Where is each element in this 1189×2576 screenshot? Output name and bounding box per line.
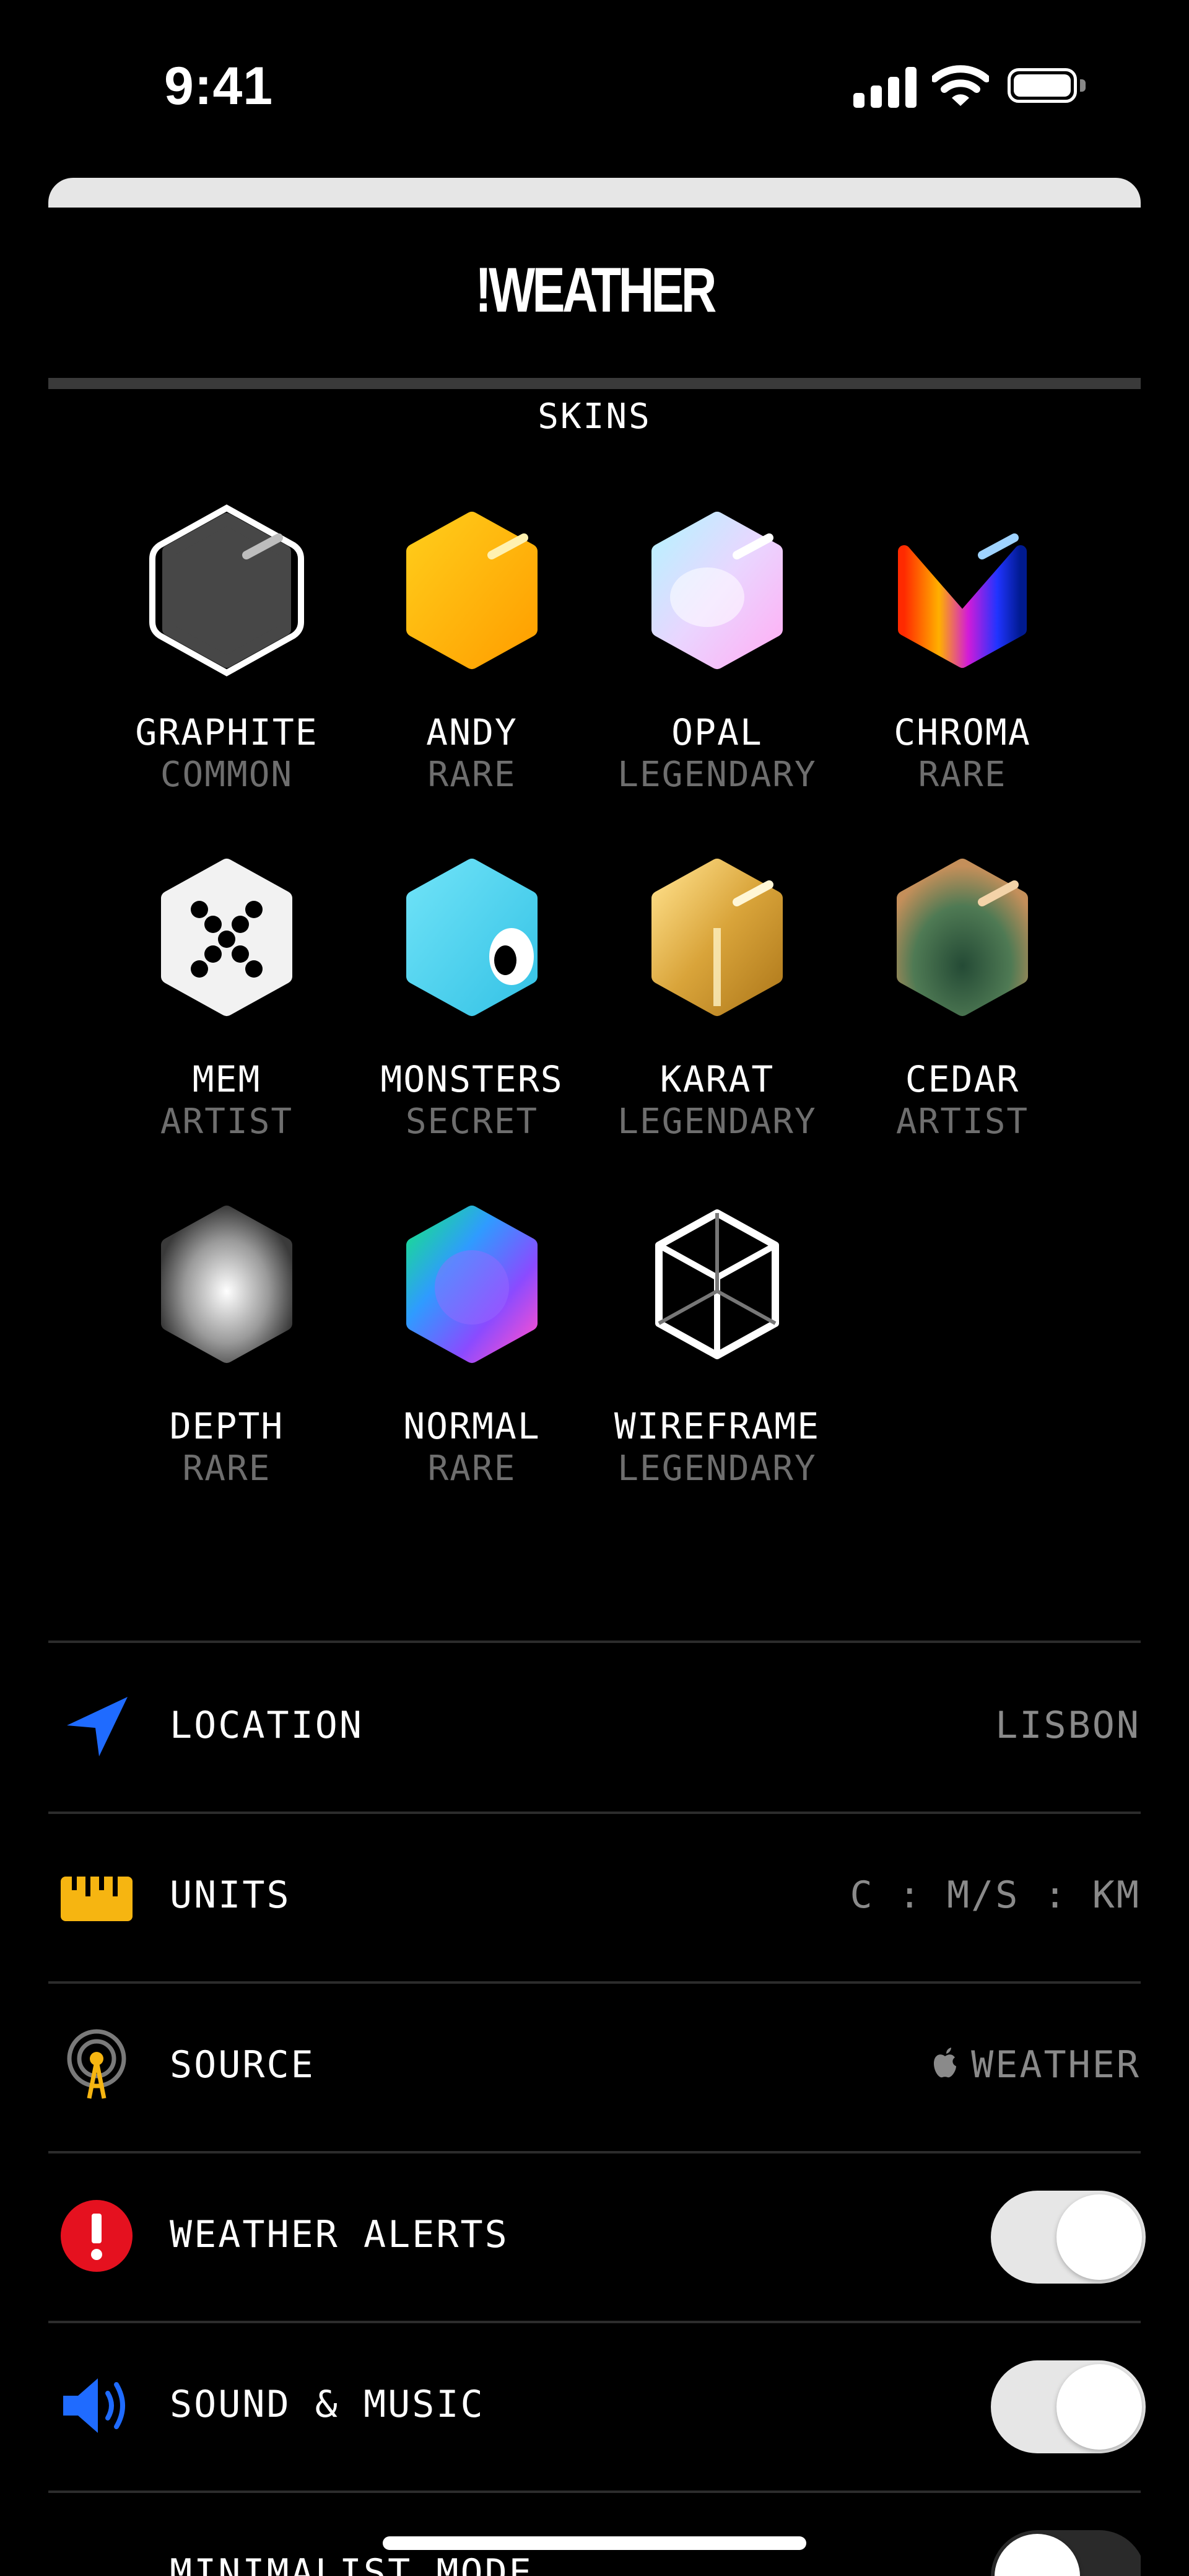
ruler-icon	[59, 1859, 134, 1934]
app-title: !WEATHER	[475, 255, 716, 325]
skin-name: KARAT	[660, 1058, 775, 1100]
skin-graphite[interactable]: GRAPHITE COMMON	[109, 501, 344, 823]
toggle-knob	[1056, 2194, 1142, 2280]
mem-skin-icon	[161, 859, 292, 1016]
skin-name: DEPTH	[169, 1405, 284, 1447]
battery-icon	[1008, 68, 1088, 105]
skin-rarity: RARE	[427, 755, 516, 795]
skin-name: CHROMA	[894, 711, 1031, 753]
weather-alerts-row[interactable]: WEATHER ALERTS	[48, 2152, 1146, 2320]
skin-opal[interactable]: OPAL LEGENDARY	[599, 501, 835, 823]
chroma-skin-icon	[898, 533, 1027, 668]
weather-alerts-toggle[interactable]	[991, 2191, 1146, 2284]
skin-karat[interactable]: KARAT LEGENDARY	[599, 848, 835, 1170]
skin-name: GRAPHITE	[135, 711, 318, 753]
karat-skin-icon	[651, 859, 783, 1016]
minimalist-mode-row[interactable]: MINIMALIST MODE	[48, 2492, 1141, 2576]
weather-alerts-label: WEATHER ALERTS	[170, 2213, 509, 2256]
divider	[48, 378, 1141, 389]
location-value: LISBON	[995, 1704, 1141, 1747]
skin-rarity: COMMON	[160, 755, 294, 795]
skin-mem[interactable]: MEM ARTIST	[109, 848, 344, 1170]
andy-skin-icon	[406, 512, 538, 669]
skin-name: WIREFRAME	[614, 1405, 821, 1447]
monsters-skin-icon	[406, 859, 538, 1016]
skin-name: CEDAR	[905, 1058, 1020, 1100]
location-label: LOCATION	[170, 1704, 364, 1747]
skin-rarity: LEGENDARY	[617, 1448, 817, 1489]
normal-skin-icon	[406, 1206, 538, 1363]
skin-name: NORMAL	[403, 1405, 541, 1447]
source-label: SOURCE	[170, 2043, 315, 2087]
skin-wireframe[interactable]: WIREFRAME LEGENDARY	[599, 1194, 835, 1517]
skin-rarity: LEGENDARY	[617, 755, 817, 795]
minimalist-mode-label: MINIMALIST MODE	[170, 2551, 533, 2576]
toggle-knob	[995, 2534, 1080, 2576]
skin-cedar[interactable]: CEDAR ARTIST	[845, 848, 1080, 1170]
cedar-skin-icon	[897, 859, 1028, 1016]
skin-rarity: RARE	[427, 1448, 516, 1489]
skin-rarity: LEGENDARY	[617, 1102, 817, 1142]
skin-normal[interactable]: NORMAL RARE	[354, 1194, 590, 1517]
skin-name: MEM	[192, 1058, 261, 1100]
sheet-header-bar	[48, 178, 1141, 208]
opal-skin-icon	[651, 512, 783, 669]
skin-name: ANDY	[426, 711, 518, 753]
source-value-text: WEATHER	[971, 2043, 1141, 2087]
units-row[interactable]: UNITS C : M/S : KM	[48, 1813, 1141, 1980]
status-time: 9:41	[164, 56, 274, 116]
skin-rarity: ARTIST	[160, 1102, 294, 1142]
skin-depth[interactable]: DEPTH RARE	[109, 1194, 344, 1517]
skin-name: MONSTERS	[380, 1058, 564, 1100]
units-value: C : M/S : KM	[850, 1873, 1141, 1917]
skin-rarity: SECRET	[405, 1102, 539, 1142]
location-arrow-icon	[59, 1689, 134, 1764]
location-row[interactable]: LOCATION LISBON	[48, 1643, 1141, 1810]
units-label: UNITS	[170, 1873, 291, 1917]
wifi-icon	[931, 64, 990, 108]
skin-monsters[interactable]: MONSTERS SECRET	[354, 848, 590, 1170]
cellular-signal-icon	[853, 67, 918, 108]
antenna-icon	[59, 2029, 134, 2103]
minimalist-mode-toggle[interactable]	[991, 2530, 1141, 2576]
wireframe-skin-icon	[655, 1209, 779, 1359]
toggle-knob	[1056, 2364, 1142, 2450]
skin-rarity: RARE	[918, 755, 1007, 795]
source-value: WEATHER	[931, 2043, 1141, 2087]
skin-chroma[interactable]: CHROMA RARE	[845, 501, 1080, 823]
skin-rarity: RARE	[182, 1448, 271, 1489]
sound-music-row[interactable]: SOUND & MUSIC	[48, 2322, 1146, 2489]
graphite-skin-icon	[149, 504, 304, 677]
depth-skin-icon	[161, 1206, 292, 1363]
source-row[interactable]: SOURCE WEATHER	[48, 1982, 1141, 2150]
skin-name: OPAL	[671, 711, 763, 753]
sound-music-toggle[interactable]	[991, 2360, 1146, 2453]
apple-logo-icon	[931, 2046, 959, 2078]
home-indicator	[383, 2536, 806, 2550]
alert-icon	[59, 2199, 134, 2273]
skin-andy[interactable]: ANDY RARE	[354, 501, 590, 823]
skin-rarity: ARTIST	[895, 1102, 1029, 1142]
sound-music-label: SOUND & MUSIC	[170, 2383, 485, 2426]
minimalist-icon	[59, 2538, 134, 2576]
speaker-icon	[59, 2368, 134, 2443]
skins-section-label: SKINS	[538, 396, 651, 437]
